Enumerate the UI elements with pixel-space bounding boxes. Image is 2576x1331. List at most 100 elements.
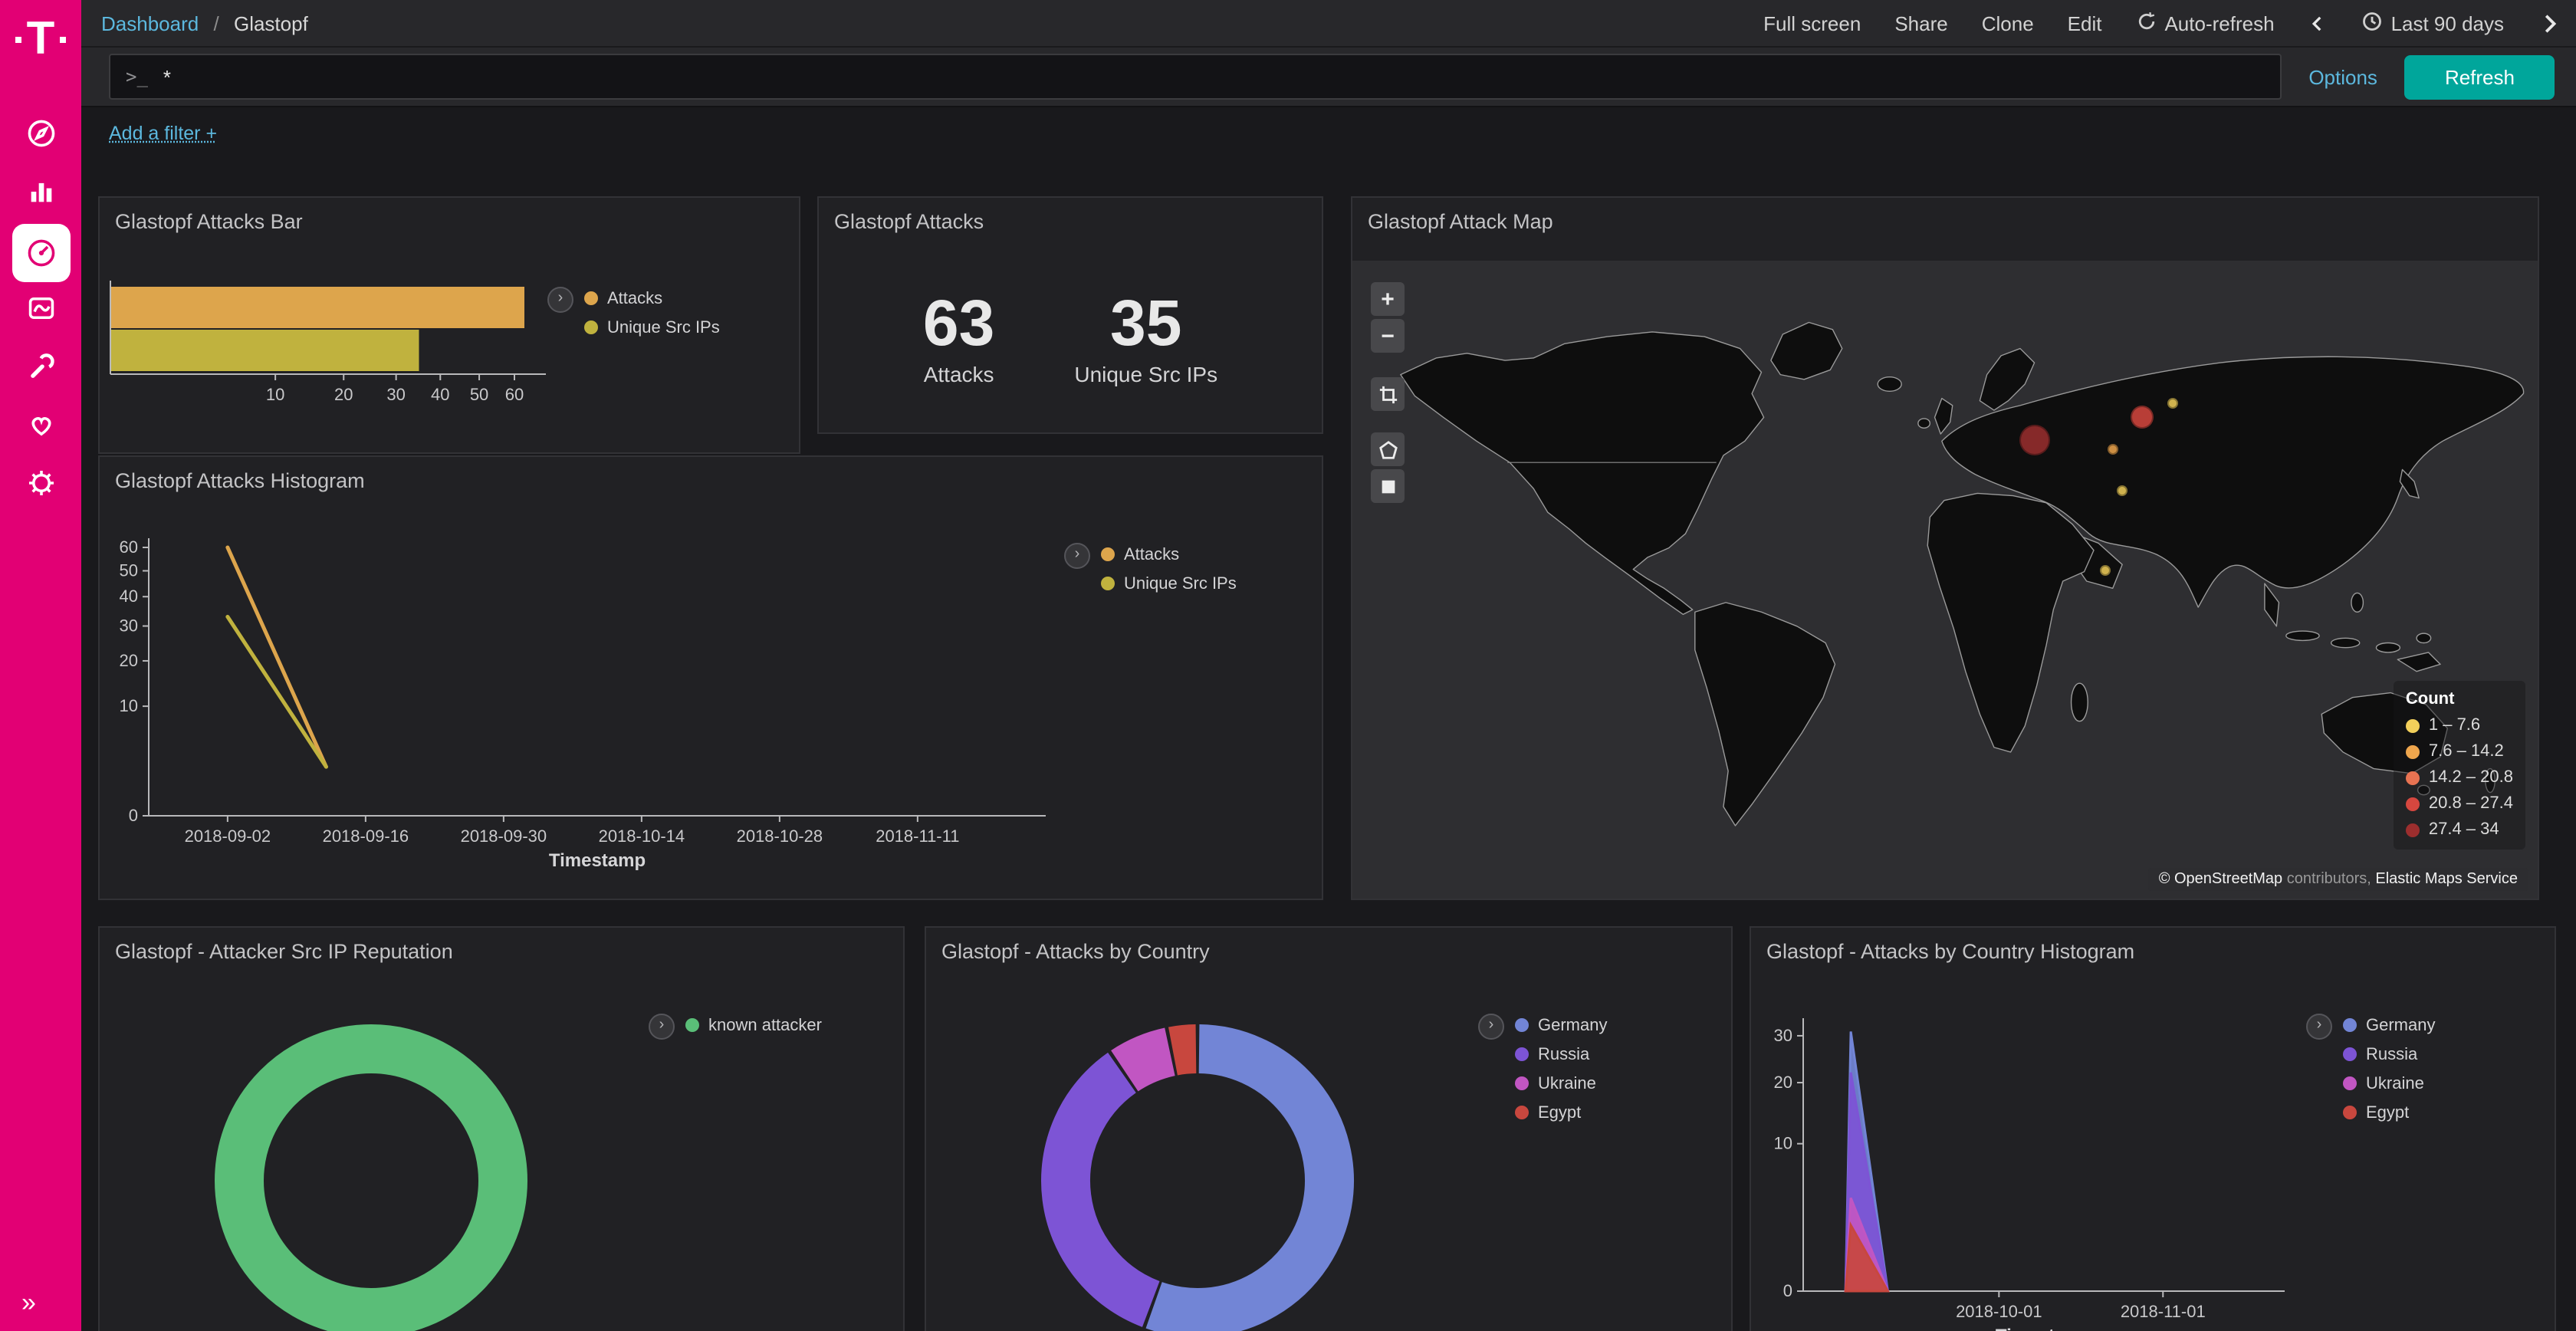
compass-icon (25, 117, 56, 156)
refresh-cycle-icon (2135, 10, 2157, 36)
polygon-tool-icon[interactable] (1371, 432, 1405, 466)
legend-color-dot (1101, 577, 1115, 590)
full-screen-button[interactable]: Full screen (1763, 12, 1861, 35)
metric-attacks: 63 Attacks (923, 291, 994, 386)
chart-legend: › AttacksUnique Src IPs (547, 284, 720, 342)
options-link[interactable]: Options (2308, 65, 2377, 88)
legend-toggle-button[interactable]: › (2306, 1014, 2332, 1040)
wrench-icon (25, 350, 56, 389)
legend-item[interactable]: Attacks (1101, 540, 1237, 569)
zoom-out-icon[interactable]: − (1371, 319, 1405, 353)
svg-text:Timestamp: Timestamp (549, 850, 646, 871)
auto-refresh-button[interactable]: Auto-refresh (2135, 10, 2274, 36)
sidebar-collapse-button[interactable]: » (21, 1288, 36, 1319)
openstreetmap-credit[interactable]: © OpenStreetMap (2159, 871, 2283, 888)
map-marker[interactable] (2019, 425, 2050, 455)
rectangle-tool-icon[interactable] (1371, 469, 1405, 503)
gauge-icon (12, 224, 70, 282)
country-area-chart[interactable]: 01020302018-10-012018-11-01Timestamp (1751, 928, 2558, 1331)
legend-item[interactable]: Germany (1515, 1011, 1608, 1040)
chart-legend: › GermanyRussiaUkraineEgypt (1478, 1011, 1608, 1127)
map-marker[interactable] (2108, 444, 2118, 455)
legend-item[interactable]: Ukraine (2343, 1069, 2436, 1098)
main-area: Dashboard / Glastopf Full screen Share C… (81, 0, 2576, 1331)
legend-toggle-button[interactable]: › (547, 287, 573, 313)
query-input[interactable]: >_ * (109, 54, 2281, 100)
legend-color-dot (2343, 1018, 2357, 1032)
legend-color-dot (1101, 547, 1115, 561)
legend-color-dot (1515, 1076, 1529, 1090)
telekom-logo[interactable]: T (16, 0, 66, 80)
sidebar-item-monitoring[interactable] (0, 399, 81, 457)
legend-color-dot (584, 291, 598, 305)
map-legend-row: 20.8 – 27.4 (2406, 791, 2513, 817)
map-marker[interactable] (2117, 485, 2128, 496)
svg-text:Timestamp: Timestamp (1996, 1326, 2092, 1331)
time-range-prev-button[interactable] (2308, 13, 2328, 33)
kibana-dashboard: T (0, 0, 2576, 1331)
legend-item[interactable]: Unique Src IPs (584, 313, 720, 342)
legend-item[interactable]: Russia (1515, 1040, 1608, 1069)
refresh-button[interactable]: Refresh (2405, 54, 2555, 99)
share-button[interactable]: Share (1894, 12, 1947, 35)
attack-map[interactable]: +− Count 1 – 7.67.6 – 14.214.2 – 20.820.… (1352, 261, 2538, 899)
legend-item[interactable]: Russia (2343, 1040, 2436, 1069)
country-donut-chart[interactable] (926, 928, 1734, 1331)
map-legend-row: 1 – 7.6 (2406, 713, 2513, 739)
legend-item[interactable]: known attacker (685, 1011, 822, 1040)
map-marker[interactable] (2131, 406, 2154, 429)
map-markers-layer (1352, 261, 2538, 899)
legend-toggle-button[interactable]: › (1064, 543, 1090, 569)
legend-item[interactable]: Attacks (584, 284, 720, 313)
svg-text:40: 40 (431, 385, 449, 404)
metric-value: 63 (923, 291, 994, 358)
map-marker[interactable] (2100, 565, 2111, 576)
sidebar-item-timelion[interactable] (0, 282, 81, 340)
sidebar: T (0, 0, 81, 1331)
svg-text:50: 50 (470, 385, 488, 404)
panel-title: Glastopf Attacks (819, 198, 1322, 233)
legend-toggle-button[interactable]: › (649, 1014, 675, 1040)
zoom-in-icon[interactable]: + (1371, 282, 1405, 316)
heartbeat-icon (25, 409, 56, 447)
sidebar-item-dashboard[interactable] (0, 224, 81, 282)
panel-attack-map: Glastopf Attack Map (1351, 196, 2539, 900)
metric-unique-src-ips: 35 Unique Src IPs (1074, 291, 1217, 386)
time-range-picker[interactable]: Last 90 days (2362, 10, 2504, 36)
legend-item[interactable]: Ukraine (1515, 1069, 1608, 1098)
map-marker[interactable] (2167, 398, 2178, 409)
crop-tool-icon[interactable] (1371, 377, 1405, 411)
query-text: * (163, 65, 171, 88)
legend-color-dot (2406, 771, 2420, 785)
legend-color-dot (685, 1018, 699, 1032)
legend-item[interactable]: Germany (2343, 1011, 2436, 1040)
legend-item[interactable]: Unique Src IPs (1101, 569, 1237, 598)
panel-attacks-by-country: Glastopf - Attacks by Country ›GermanyRu… (925, 926, 1733, 1331)
elastic-maps-credit[interactable]: Elastic Maps Service (2375, 871, 2518, 888)
clone-button[interactable]: Clone (1982, 12, 2034, 35)
add-filter-link[interactable]: Add a filter + (109, 123, 217, 144)
sidebar-item-discover[interactable] (0, 107, 81, 166)
chart-legend: › AttacksUnique Src IPs (1064, 540, 1237, 598)
edit-button[interactable]: Edit (2068, 12, 2102, 35)
chart-legend: › GermanyRussiaUkraineEgypt (2306, 1011, 2436, 1127)
logo-letter: T (27, 17, 55, 63)
svg-text:10: 10 (1774, 1134, 1792, 1153)
time-range-next-button[interactable] (2538, 12, 2561, 35)
legend-toggle-button[interactable]: › (1478, 1014, 1504, 1040)
svg-text:10: 10 (120, 696, 138, 715)
metric-value: 35 (1074, 291, 1217, 358)
panel-attacks-metric: Glastopf Attacks 63 Attacks 35 Unique Sr… (817, 196, 1323, 434)
sidebar-item-management[interactable] (0, 457, 81, 515)
map-attribution: © OpenStreetMap contributors, Elastic Ma… (2148, 868, 2528, 891)
legend-color-dot (2343, 1076, 2357, 1090)
legend-item[interactable]: Egypt (1515, 1098, 1608, 1127)
sidebar-item-dev-tools[interactable] (0, 340, 81, 399)
breadcrumb-dashboard-link[interactable]: Dashboard (101, 12, 199, 35)
bar-chart-icon (25, 176, 56, 214)
legend-item[interactable]: Egypt (2343, 1098, 2436, 1127)
svg-text:10: 10 (266, 385, 284, 404)
sidebar-item-visualize[interactable] (0, 166, 81, 224)
attacks-histogram-chart[interactable]: 01020304050602018-09-022018-09-162018-09… (100, 457, 1325, 902)
reputation-donut-chart[interactable] (100, 928, 906, 1331)
